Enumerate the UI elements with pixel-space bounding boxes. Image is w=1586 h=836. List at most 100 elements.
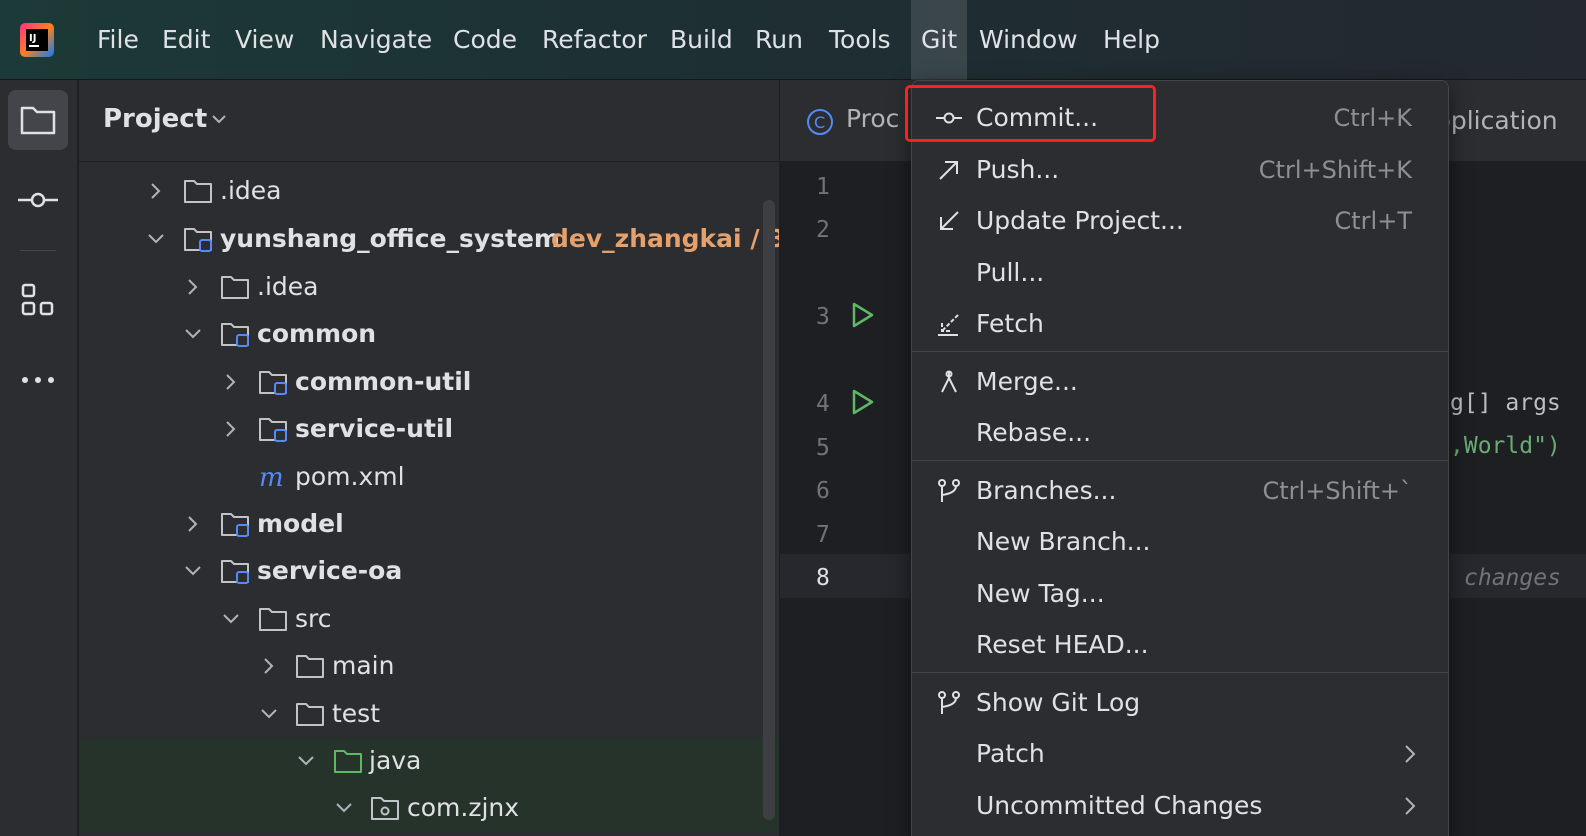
- folder-icon: [259, 608, 287, 631]
- tree-row[interactable]: common: [79, 311, 779, 358]
- chevron-down-icon[interactable]: [220, 608, 242, 630]
- menu-code[interactable]: Code: [453, 22, 517, 58]
- menu-item-new-tag[interactable]: New Tag...: [912, 569, 1448, 619]
- menu-view[interactable]: View: [235, 22, 294, 58]
- structure-tool-button[interactable]: [8, 270, 68, 330]
- code-fragment: ,World"): [1450, 433, 1561, 459]
- menu-item-label: New Tag...: [976, 579, 1105, 608]
- tool-window-strip: [0, 80, 78, 836]
- menu-item-branches[interactable]: Branches... Ctrl+Shift+`: [912, 466, 1448, 516]
- menu-item-push[interactable]: Push... Ctrl+Shift+K: [912, 145, 1448, 195]
- chevron-right-icon[interactable]: [220, 371, 242, 393]
- chevron-right-icon[interactable]: [182, 276, 204, 298]
- chevron-right-icon[interactable]: [220, 418, 242, 440]
- tree-row[interactable]: m pom.xml: [79, 454, 779, 501]
- menu-item-fetch[interactable]: Fetch: [912, 299, 1448, 349]
- tree-row[interactable]: com.zjnx: [79, 785, 779, 832]
- chevron-down-icon[interactable]: [295, 750, 317, 772]
- menu-item-patch[interactable]: Patch: [912, 729, 1448, 779]
- menu-item-label: Reset HEAD...: [976, 630, 1149, 659]
- menu-item-rebase[interactable]: Rebase...: [912, 408, 1448, 458]
- menu-item-label: Update Project...: [976, 206, 1184, 235]
- menu-item-uncommitted-changes[interactable]: Uncommitted Changes: [912, 781, 1448, 831]
- more-tools-button[interactable]: [8, 350, 68, 410]
- structure-icon: [21, 283, 54, 316]
- editor-tab[interactable]: pplication: [1435, 106, 1558, 135]
- chevron-down-icon[interactable]: [210, 110, 228, 128]
- tree-item-label: common-util: [295, 367, 472, 396]
- menu-separator: [912, 460, 1448, 461]
- menu-refactor[interactable]: Refactor: [542, 22, 647, 58]
- chevron-right-icon[interactable]: [145, 180, 167, 202]
- strip-divider: [20, 250, 56, 251]
- tree-row[interactable]: service-util: [79, 406, 779, 453]
- project-panel-header: Project: [79, 80, 779, 162]
- line-number: 5: [816, 435, 830, 461]
- chevron-down-icon[interactable]: [182, 560, 204, 582]
- package-icon: [371, 797, 399, 820]
- menu-item-label: Uncommitted Changes: [976, 791, 1263, 820]
- menu-window[interactable]: Window: [979, 22, 1078, 58]
- line-number: 2: [816, 217, 830, 243]
- tree-item-label: java: [369, 746, 422, 775]
- menu-separator: [912, 351, 1448, 352]
- menu-item-merge[interactable]: Merge...: [912, 357, 1448, 407]
- menu-item-show-git-log[interactable]: Show Git Log: [912, 678, 1448, 728]
- intellij-logo-icon[interactable]: IJ: [20, 23, 54, 57]
- project-scrollbar[interactable]: [763, 200, 775, 820]
- run-gutter-icon[interactable]: [848, 388, 876, 416]
- tree-row[interactable]: test: [79, 691, 779, 738]
- tree-row[interactable]: java: [79, 738, 779, 785]
- tree-item-label: pom.xml: [295, 462, 405, 491]
- svg-text:C: C: [814, 113, 825, 132]
- tree-row[interactable]: src: [79, 596, 779, 643]
- project-tool-button[interactable]: [8, 90, 68, 150]
- menu-edit[interactable]: Edit: [162, 22, 210, 58]
- menu-help[interactable]: Help: [1103, 22, 1160, 58]
- project-panel-title[interactable]: Project: [103, 104, 207, 134]
- menu-tools[interactable]: Tools: [829, 22, 891, 58]
- menu-item-pull[interactable]: Pull...: [912, 248, 1448, 298]
- commit-icon: [18, 192, 58, 208]
- main-menu-bar: IJ File Edit View Navigate Code Refactor…: [0, 0, 1586, 80]
- tree-row[interactable]: main: [79, 643, 779, 690]
- menu-git[interactable]: Git: [911, 0, 968, 80]
- chevron-right-icon[interactable]: [182, 513, 204, 535]
- tree-item-label: .idea: [257, 272, 319, 301]
- menu-build[interactable]: Build: [670, 22, 733, 58]
- chevron-right-icon[interactable]: [258, 655, 280, 677]
- chevron-down-icon[interactable]: [258, 703, 280, 725]
- menu-run[interactable]: Run: [755, 22, 803, 58]
- menu-item-label: Patch: [976, 739, 1045, 768]
- menu-item-reset-head[interactable]: Reset HEAD...: [912, 620, 1448, 670]
- module-folder-icon: [221, 560, 249, 584]
- menu-item-label: Show Git Log: [976, 688, 1141, 717]
- menu-navigate[interactable]: Navigate: [320, 22, 432, 58]
- line-number: 7: [816, 522, 830, 548]
- menu-item-label: Pull...: [976, 258, 1045, 287]
- tree-row[interactable]: service-oa: [79, 548, 779, 595]
- tree-item-label: service-util: [295, 414, 454, 443]
- chevron-down-icon[interactable]: [182, 323, 204, 345]
- git-branch-label: dev_zhangkai / 3 /: [551, 224, 779, 253]
- menu-file[interactable]: File: [97, 22, 139, 58]
- tree-row[interactable]: .idea: [79, 168, 779, 215]
- tree-row[interactable]: model: [79, 501, 779, 548]
- folder-icon: [184, 180, 212, 203]
- tree-row[interactable]: yunshang_office_system dev_zhangkai / 3 …: [79, 216, 779, 263]
- editor-tab[interactable]: Proc: [846, 104, 899, 133]
- chevron-down-icon[interactable]: [145, 228, 167, 250]
- tree-row[interactable]: common-util: [79, 359, 779, 406]
- commit-tool-button[interactable]: [8, 170, 68, 230]
- menu-item-shortcut: Ctrl+T: [1334, 207, 1412, 235]
- menu-item-new-branch[interactable]: New Branch...: [912, 517, 1448, 567]
- tree-row[interactable]: .idea: [79, 264, 779, 311]
- commit-highlight-annotation: [905, 85, 1156, 142]
- tree-item-label: com.zjnx: [407, 793, 520, 822]
- chevron-down-icon[interactable]: [333, 797, 355, 819]
- run-gutter-icon[interactable]: [848, 301, 876, 329]
- code-fragment: changes: [1464, 565, 1561, 591]
- menu-item-label: Fetch: [976, 309, 1044, 338]
- menu-item-update-project[interactable]: Update Project... Ctrl+T: [912, 196, 1448, 246]
- menu-item-label: New Branch...: [976, 527, 1151, 556]
